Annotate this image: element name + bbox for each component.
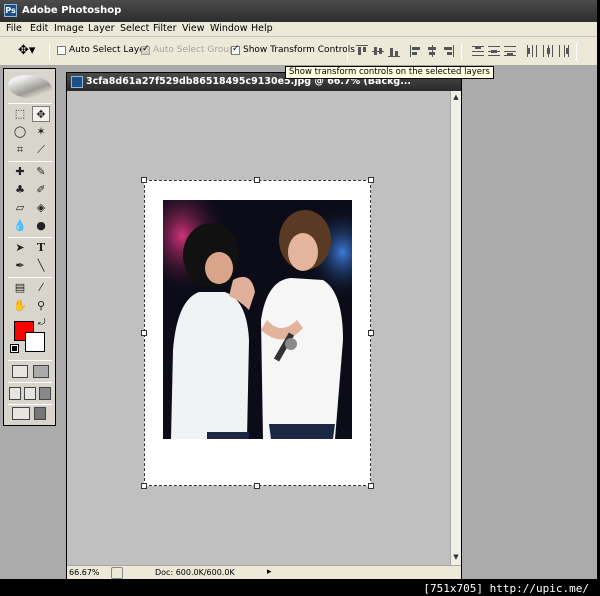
status-menu-arrow-icon[interactable]: ▸	[267, 567, 272, 577]
align-top-edges-icon[interactable]	[356, 45, 368, 57]
distribute-horizontal-centers-icon[interactable]	[542, 45, 554, 57]
distribute-top-edges-icon[interactable]	[472, 45, 484, 57]
full-screen-menu-mode-icon[interactable]	[24, 387, 36, 400]
status-info-icon[interactable]	[111, 567, 123, 579]
paint-bucket-tool-icon[interactable]: ◈	[32, 200, 50, 216]
document-size-info: Doc: 600.0K/600.0K	[155, 568, 235, 577]
menu-view[interactable]: View	[182, 23, 205, 34]
tooltip: Show transform controls on the selected …	[285, 66, 494, 79]
notes-tool-icon[interactable]: ▤	[11, 280, 29, 296]
workspace-background	[462, 68, 597, 580]
auto-select-groups-label: Auto Select Groups	[153, 45, 240, 55]
transform-handle-top-left[interactable]	[141, 177, 147, 183]
auto-select-groups-checkbox	[141, 44, 150, 55]
transform-handle-bottom-right[interactable]	[368, 483, 374, 489]
menu-help[interactable]: Help	[251, 23, 273, 34]
transform-handle-bottom[interactable]	[254, 483, 260, 489]
eraser-tool-icon[interactable]: ▱	[11, 200, 29, 216]
align-bottom-edges-icon[interactable]	[388, 45, 400, 57]
show-transform-controls-checkbox[interactable]	[231, 44, 240, 55]
auto-select-layer-label: Auto Select Layer	[69, 45, 149, 55]
swap-colors-icon[interactable]: ⤾	[38, 318, 46, 328]
transform-bounding-box[interactable]	[144, 180, 371, 486]
transform-handle-left[interactable]	[141, 330, 147, 336]
standard-screen-mode-icon[interactable]	[9, 387, 21, 400]
standard-mode-icon[interactable]	[12, 365, 28, 378]
pen-tool-icon[interactable]: ✒	[11, 258, 29, 274]
align-horizontal-centers-icon[interactable]	[426, 45, 438, 57]
document-window: 3cfa8d61a27f529db86518495c9130e5.jpg @ 6…	[66, 72, 462, 582]
align-right-edges-icon[interactable]	[442, 45, 454, 57]
transform-handle-bottom-left[interactable]	[141, 483, 147, 489]
clone-stamp-tool-icon[interactable]: ♣	[11, 182, 29, 198]
transform-handle-top-right[interactable]	[368, 177, 374, 183]
menu-image[interactable]: Image	[54, 23, 84, 34]
photoshop-feather-logo[interactable]	[8, 75, 52, 99]
menu-layer[interactable]: Layer	[88, 23, 115, 34]
options-bar: ✥▾ Auto Select Layer Auto Select Groups …	[0, 37, 597, 66]
eyedropper-tool-icon[interactable]: ⁄	[32, 280, 50, 296]
menu-bar: File Edit Image Layer Select Filter View…	[0, 22, 597, 37]
photoshop-window: Ps Adobe Photoshop File Edit Image Layer…	[0, 0, 600, 596]
default-colors-icon[interactable]	[10, 344, 19, 353]
distribute-right-edges-icon[interactable]	[558, 45, 570, 57]
move-tool-icon[interactable]: ✥	[32, 106, 50, 122]
menu-window[interactable]: Window	[210, 23, 247, 34]
history-brush-tool-icon[interactable]: ✐	[32, 182, 50, 198]
distribute-vertical-centers-icon[interactable]	[488, 45, 500, 57]
canvas-area[interactable]	[67, 91, 450, 565]
jump-to-imageready-icon[interactable]	[12, 407, 30, 420]
distribute-bottom-edges-icon[interactable]	[504, 45, 516, 57]
scroll-up-icon[interactable]: ▲	[452, 93, 460, 103]
vertical-scrollbar[interactable]: ▲ ▼	[450, 91, 461, 565]
magic-wand-tool-icon[interactable]: ✶	[32, 124, 50, 140]
app-titlebar: Ps Adobe Photoshop	[0, 0, 597, 22]
show-transform-controls-label: Show Transform Controls	[243, 45, 355, 55]
photoshop-app-icon: Ps	[4, 4, 17, 17]
imageready-icon[interactable]	[34, 407, 46, 420]
menu-edit[interactable]: Edit	[30, 23, 48, 34]
path-selection-tool-icon[interactable]: ➤	[11, 240, 29, 256]
healing-brush-tool-icon[interactable]: ✚	[11, 164, 29, 180]
scroll-down-icon[interactable]: ▼	[452, 553, 460, 563]
zoom-level[interactable]: 66.67%	[69, 568, 100, 577]
document-icon	[71, 76, 83, 88]
brush-tool-icon[interactable]: ✎	[32, 164, 50, 180]
auto-select-layer-checkbox[interactable]	[57, 46, 66, 55]
transform-handle-right[interactable]	[368, 330, 374, 336]
align-vertical-centers-icon[interactable]	[372, 45, 384, 57]
line-tool-icon[interactable]: ╲	[32, 258, 50, 274]
align-left-edges-icon[interactable]	[410, 45, 422, 57]
menu-select[interactable]: Select	[120, 23, 149, 34]
quick-mask-mode-icon[interactable]	[33, 365, 49, 378]
hand-tool-icon[interactable]: ✋	[11, 298, 29, 314]
move-tool-preset-icon[interactable]: ✥▾	[18, 43, 35, 58]
footer-watermark: [751x705] http://upic.me/	[421, 582, 591, 595]
app-title: Adobe Photoshop	[22, 5, 122, 16]
distribute-left-edges-icon[interactable]	[526, 45, 538, 57]
blur-tool-icon[interactable]: 💧	[11, 218, 29, 234]
type-tool-icon[interactable]: T	[32, 240, 50, 256]
crop-tool-icon[interactable]: ⌗	[11, 142, 29, 158]
menu-file[interactable]: File	[6, 23, 22, 34]
rectangular-marquee-tool-icon[interactable]: ⬚	[11, 106, 29, 122]
dodge-tool-icon[interactable]: ●	[32, 218, 50, 234]
background-color-swatch[interactable]	[25, 332, 45, 352]
slice-tool-icon[interactable]: ⟋	[32, 142, 50, 158]
menu-filter[interactable]: Filter	[153, 23, 177, 34]
transform-handle-top[interactable]	[254, 177, 260, 183]
toolbox: ⬚ ✥ ◯ ✶ ⌗ ⟋ ✚ ✎ ♣ ✐ ▱ ◈ 💧 ● ➤ T ✒ ╲ ▤ ⁄ …	[3, 68, 56, 426]
zoom-tool-icon[interactable]: ⚲	[32, 298, 50, 314]
full-screen-mode-icon[interactable]	[39, 387, 51, 400]
lasso-tool-icon[interactable]: ◯	[11, 124, 29, 140]
